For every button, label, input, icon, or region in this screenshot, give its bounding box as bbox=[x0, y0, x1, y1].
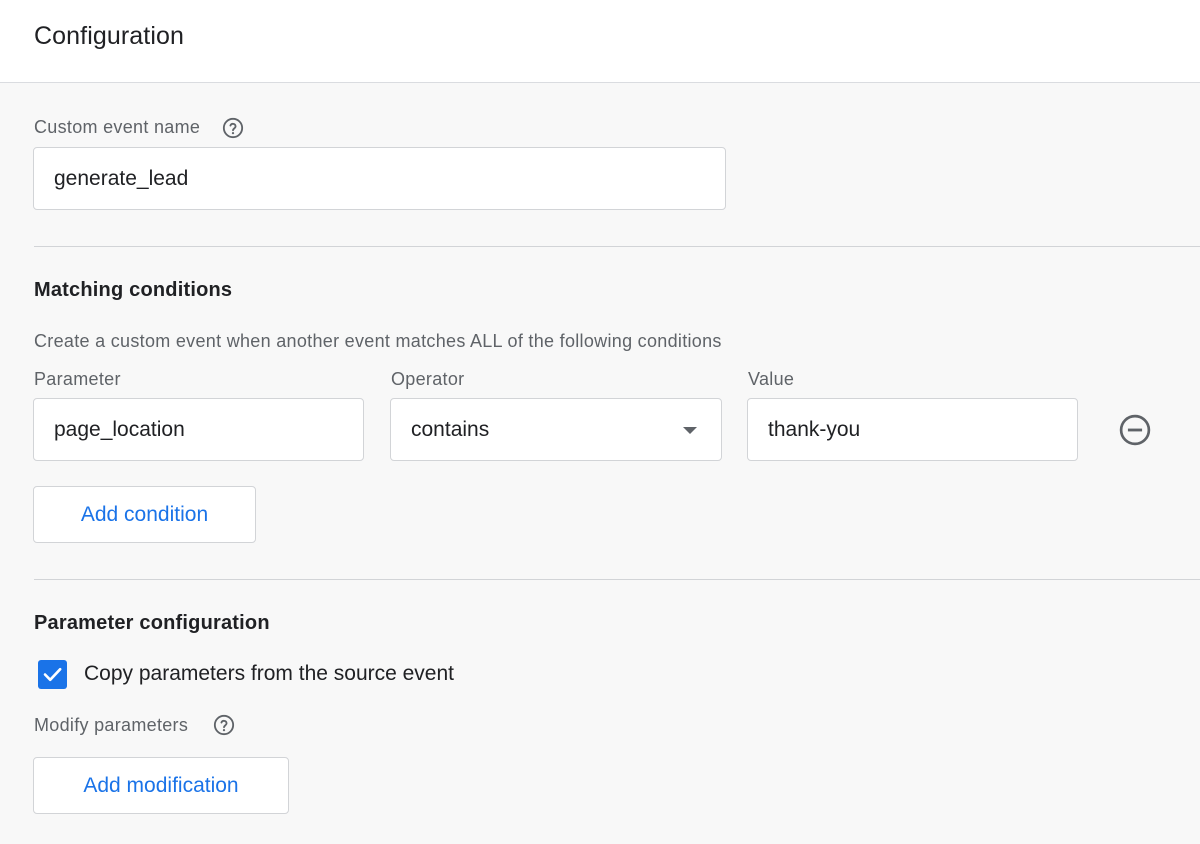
modify-parameters-label: Modify parameters bbox=[34, 715, 189, 735]
matching-conditions-title: Matching conditions bbox=[34, 279, 233, 301]
checkmark-icon bbox=[43, 667, 62, 682]
add-modification-button[interactable]: Add modification bbox=[33, 757, 289, 814]
value-column-label: Value bbox=[748, 369, 795, 389]
parameter-column-label: Parameter bbox=[34, 369, 121, 389]
parameter-configuration-title: Parameter configuration bbox=[34, 612, 270, 634]
divider bbox=[34, 579, 1200, 580]
matching-conditions-description: Create a custom event when another event… bbox=[34, 331, 722, 351]
copy-parameters-checkbox[interactable] bbox=[38, 660, 67, 689]
custom-event-name-value: generate_lead bbox=[54, 166, 189, 190]
parameter-input[interactable]: page_location bbox=[33, 398, 364, 461]
operator-value: contains bbox=[411, 417, 490, 441]
divider bbox=[34, 246, 1200, 247]
remove-circle-icon[interactable] bbox=[1118, 413, 1152, 447]
operator-column-label: Operator bbox=[391, 369, 465, 389]
parameter-value: page_location bbox=[54, 417, 185, 441]
custom-event-name-input[interactable]: generate_lead bbox=[33, 147, 726, 210]
value-input[interactable]: thank-you bbox=[747, 398, 1078, 461]
dropdown-arrow-icon bbox=[683, 427, 697, 434]
help-icon[interactable] bbox=[222, 117, 244, 139]
page-title: Configuration bbox=[34, 22, 185, 50]
add-condition-button[interactable]: Add condition bbox=[33, 486, 256, 543]
operator-select[interactable]: contains bbox=[390, 398, 722, 461]
copy-parameters-label[interactable]: Copy parameters from the source event bbox=[84, 662, 454, 686]
custom-event-name-label: Custom event name bbox=[34, 117, 201, 137]
value-value: thank-you bbox=[768, 417, 861, 441]
header-bar: Configuration bbox=[0, 0, 1200, 83]
help-icon[interactable] bbox=[213, 714, 235, 736]
